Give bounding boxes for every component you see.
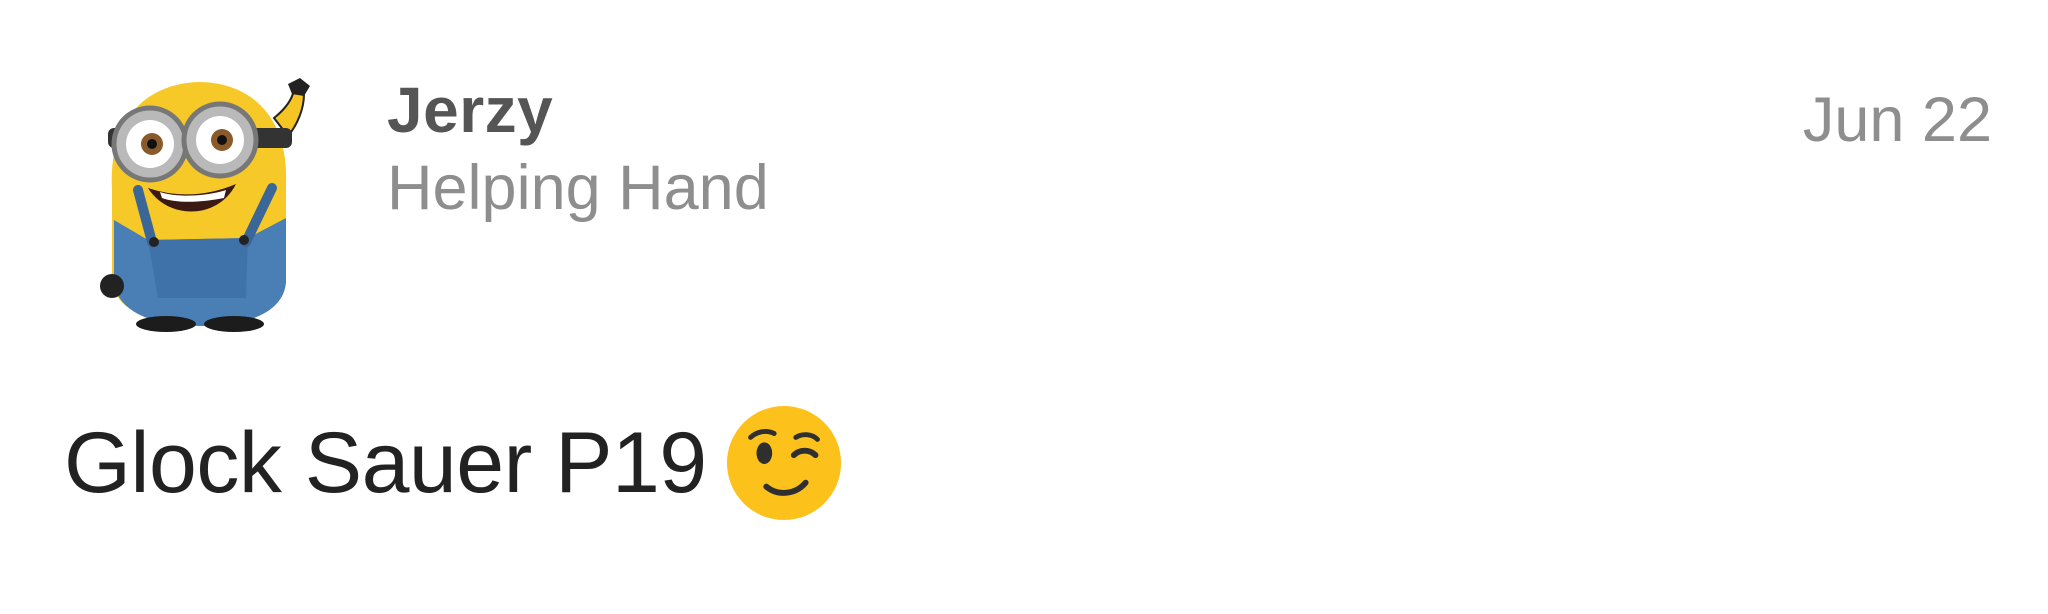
- author-name[interactable]: Jerzy: [387, 72, 769, 148]
- winking-face-emoji-icon: [726, 405, 841, 521]
- post-text: Glock Sauer P19: [64, 415, 707, 511]
- avatar[interactable]: [78, 70, 318, 332]
- post-date[interactable]: Jun 22: [1803, 82, 1992, 158]
- author-title: Helping Hand: [387, 153, 769, 223]
- post-card: Jerzy Helping Hand Jun 22 Glock Sauer P1…: [0, 0, 2048, 614]
- author-info: Jerzy Helping Hand: [387, 72, 769, 226]
- post-body: Glock Sauer P19: [64, 404, 843, 522]
